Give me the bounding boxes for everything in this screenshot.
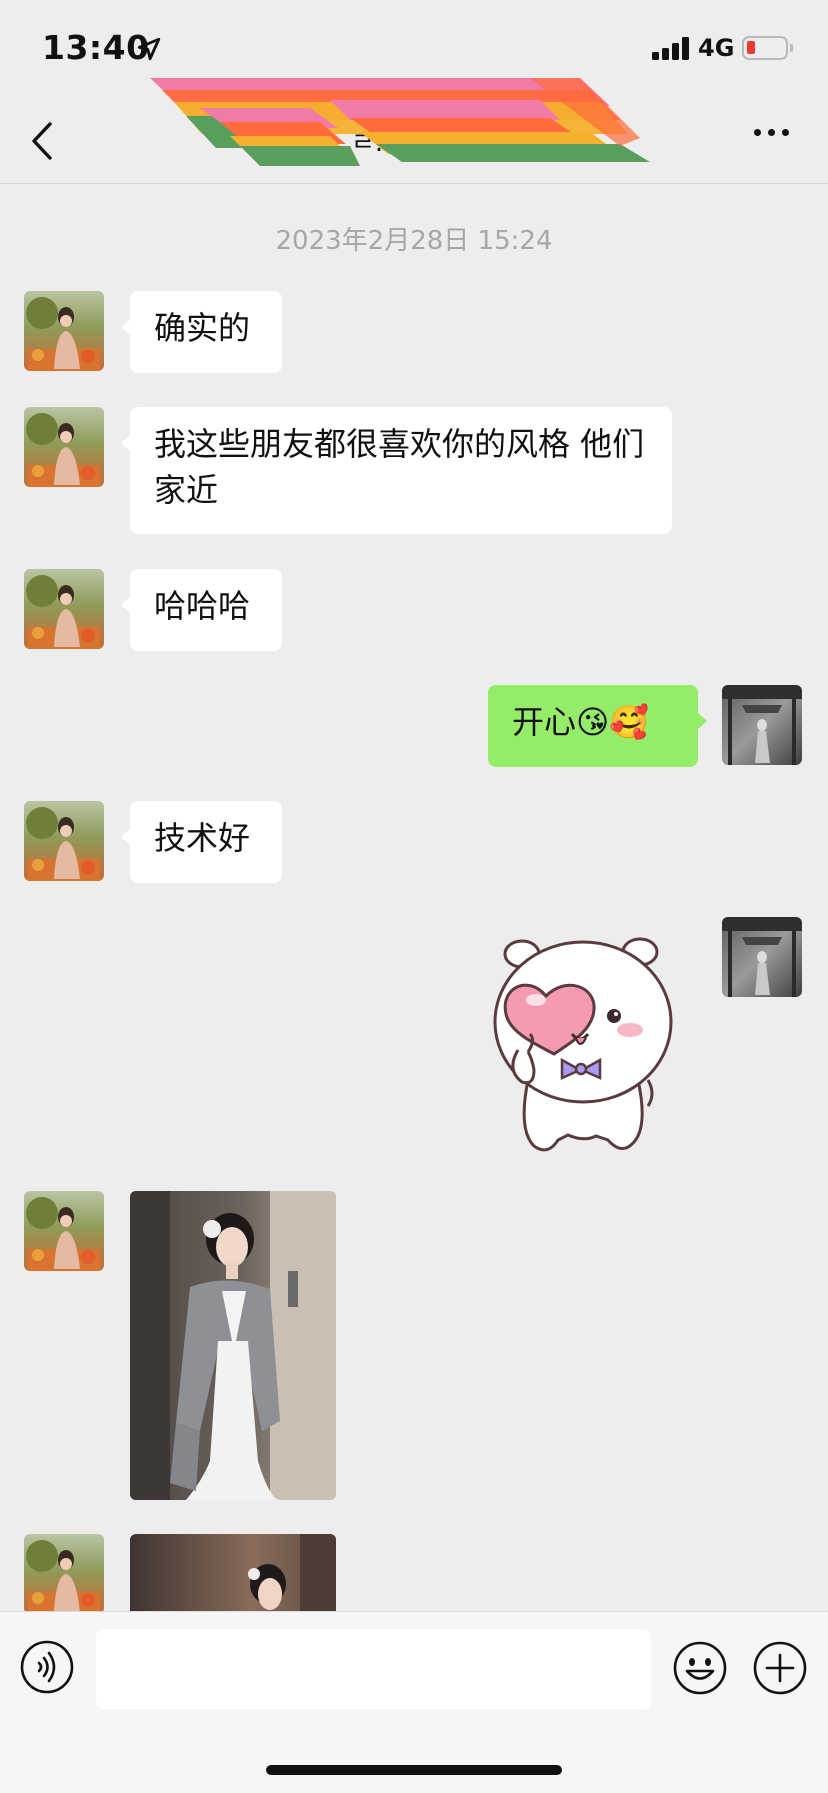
voice-icon[interactable] [20, 1640, 74, 1694]
network-type: 4G [698, 34, 735, 62]
contact-avatar[interactable] [24, 407, 104, 487]
contact-avatar[interactable] [24, 1191, 104, 1271]
location-arrow-icon [137, 37, 161, 61]
message-text: 开心😘🥰 [512, 703, 650, 741]
chevron-left-icon[interactable] [26, 120, 62, 162]
plus-icon[interactable] [752, 1640, 808, 1696]
incoming-message-bubble[interactable]: 我这些朋友都很喜欢你的风格 他们家近 [121, 407, 672, 534]
home-indicator[interactable] [266, 1765, 562, 1775]
my-avatar[interactable] [722, 917, 802, 997]
incoming-message-bubble[interactable]: 技术好 [121, 801, 282, 883]
incoming-message-bubble[interactable]: 哈哈哈 [121, 569, 282, 651]
status-time: 13:40 [42, 28, 150, 67]
chat-header: ㄹ. [0, 70, 828, 184]
bride-in-gray-blazer-photo[interactable] [130, 1191, 336, 1500]
cellular-signal-icon [652, 36, 690, 60]
emoji-icon[interactable] [672, 1640, 728, 1696]
incoming-message-bubble[interactable]: 确实的 [121, 291, 282, 373]
my-avatar[interactable] [722, 685, 802, 765]
message-timestamp: 2023年2月28日 15:24 [275, 226, 553, 256]
contact-avatar[interactable] [24, 291, 104, 371]
message-text: 哈哈哈 [154, 587, 251, 625]
more-dots-icon[interactable] [748, 126, 796, 140]
bride-portrait-photo[interactable] [130, 1534, 336, 1611]
message-text: 确实的 [154, 309, 251, 347]
outgoing-message-bubble[interactable]: 开心😘🥰 [488, 685, 707, 767]
message-input[interactable] [96, 1629, 651, 1709]
white-bear-heart-sticker[interactable] [488, 930, 678, 1158]
title-redaction-scribble [150, 78, 650, 166]
message-text: 技术好 [154, 819, 251, 857]
contact-avatar[interactable] [24, 1534, 104, 1614]
contact-avatar[interactable] [24, 801, 104, 881]
message-text: 我这些朋友都很喜欢你的风格 他们家近 [154, 425, 645, 509]
contact-avatar[interactable] [24, 569, 104, 649]
battery-low-icon [742, 36, 793, 60]
